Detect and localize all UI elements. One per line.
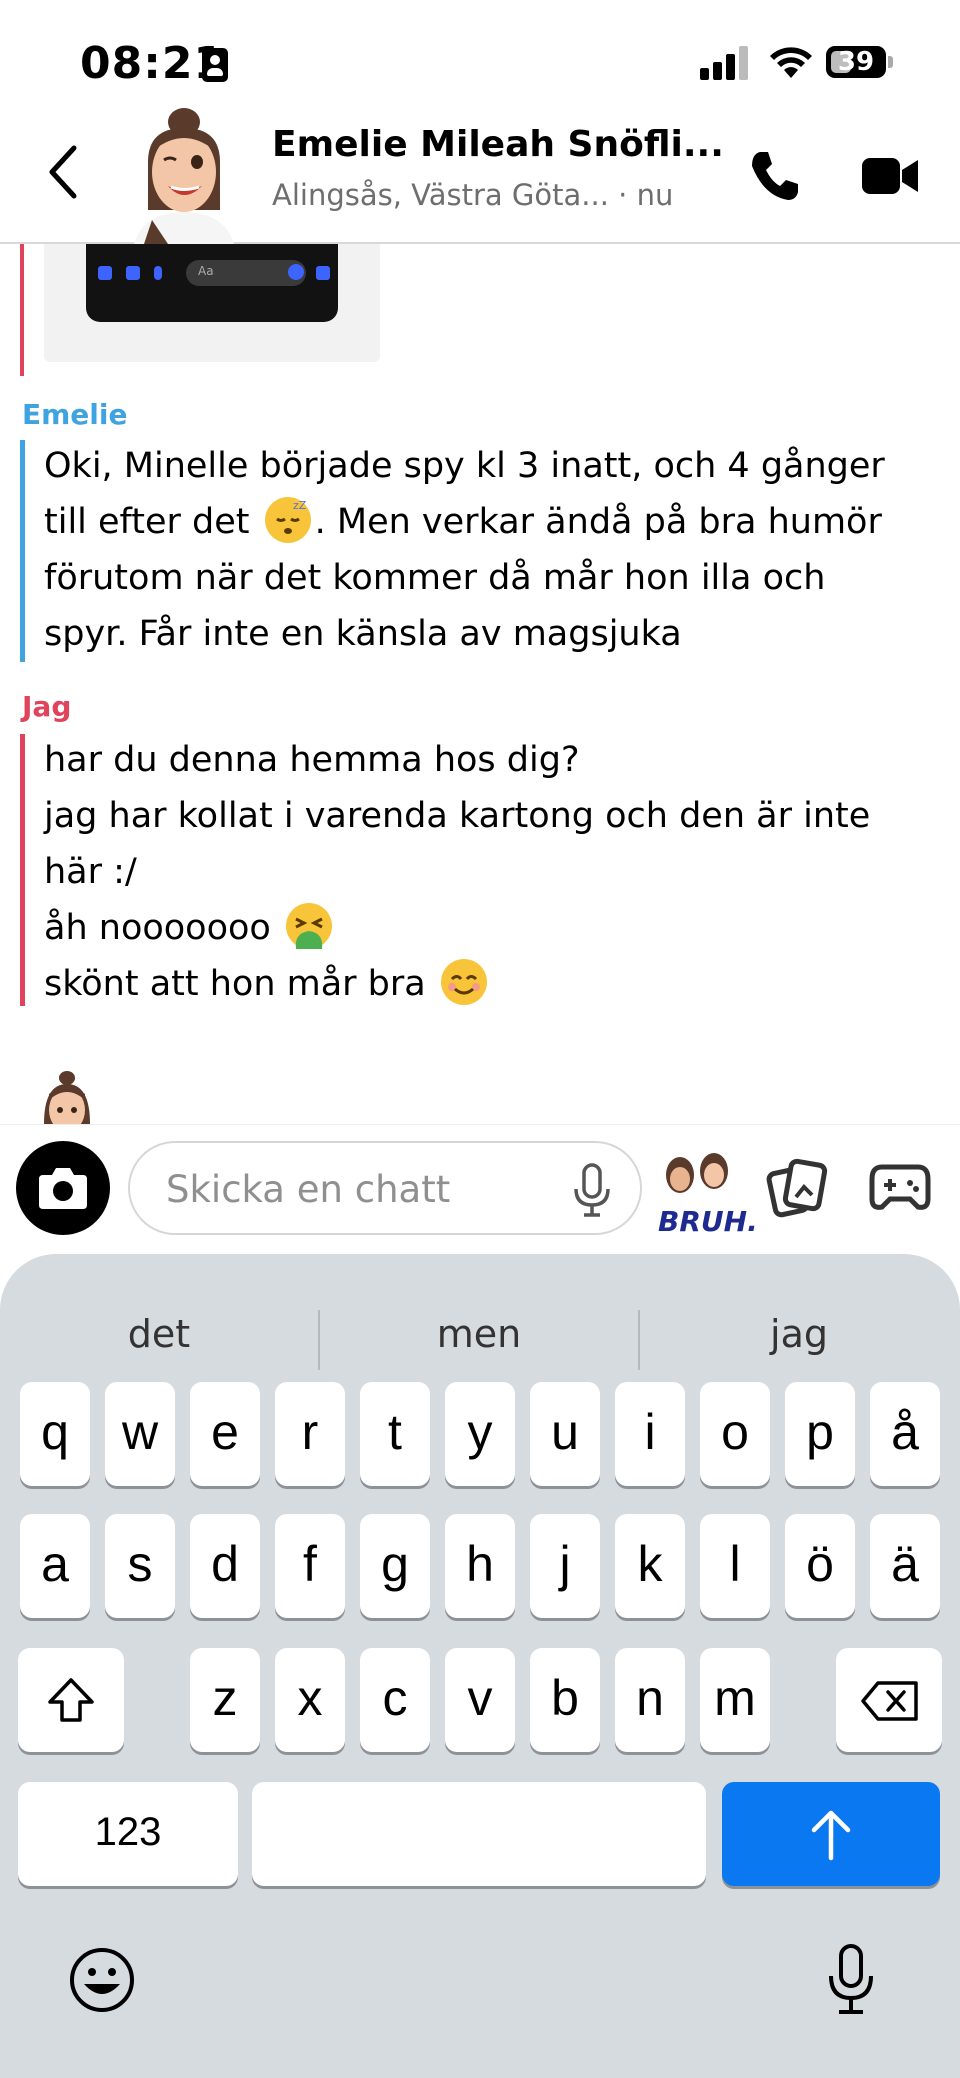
message-text: har du denna hemma hos dig? jag har koll… [44,732,924,1012]
shift-icon [48,1678,94,1722]
battery-tip [888,56,893,68]
thumb-gallery-icon [126,266,140,280]
smiling-face-emoji-icon [440,959,487,1005]
key[interactable]: c [360,1648,430,1752]
key[interactable]: i [615,1382,685,1486]
focus-id-icon [202,48,228,82]
mic-icon[interactable] [572,1163,612,1219]
key[interactable]: d [190,1514,260,1618]
contact-location-status: Alingsås, Västra Göta... · nu [272,178,674,212]
battery-percent: 39 [837,47,875,77]
backspace-icon [861,1681,918,1721]
thumb-mic-icon [154,266,162,280]
dictation-mic-icon[interactable] [826,1942,876,2018]
sender-label: Emelie [22,398,128,431]
chat-header: Emelie Mileah Snöfli... Alingsås, Västra… [0,100,960,244]
back-arrow-icon[interactable] [40,142,90,202]
key[interactable]: x [275,1648,345,1752]
thumb-emoji-icon [288,264,304,280]
sent-screenshot-message[interactable]: Aa [44,242,380,362]
key[interactable]: k [615,1514,685,1618]
suggestion-3[interactable]: jag [640,1294,958,1374]
shift-key[interactable] [18,1648,124,1752]
suggestion-2[interactable]: men [320,1294,638,1374]
friend-message-accent-bar [20,440,25,662]
bitmoji-sticker-faces [666,1153,728,1193]
chat-composer: BRUH. [0,1124,960,1255]
message-line: till efter det zZ. Men verkar ändå på br… [44,497,882,543]
ios-keyboard: det men jag q w e r t y u i o p å a s d … [0,1254,960,2078]
bitmoji-sticker-button[interactable]: BRUH. [652,1135,758,1245]
games-icon[interactable] [868,1159,932,1215]
sent-image-accent-bar [20,242,24,376]
key[interactable]: ö [785,1514,855,1618]
sender-label: Jag [22,690,72,723]
thumb-like-icon [316,266,330,280]
message-text: Oki, Minelle började spy kl 3 inatt, och… [44,438,924,662]
wifi-icon [770,47,812,78]
key[interactable]: a [20,1514,90,1618]
key[interactable]: h [445,1514,515,1618]
key[interactable]: s [105,1514,175,1618]
key[interactable]: f [275,1514,345,1618]
chat-message-list[interactable]: Aa Emelie Oki, Minelle började spy kl 3 … [0,242,960,1124]
sticker-text: BRUH. [658,1205,758,1238]
svg-text:zZ: zZ [293,499,307,512]
battery-icon: 39 [826,46,886,78]
sleepy-face-emoji-icon: zZ [264,497,311,543]
screenshot-thumbnail: Aa [86,242,338,322]
chat-input-field[interactable] [128,1141,642,1235]
key[interactable]: y [445,1382,515,1486]
message-line: har du denna hemma hos dig? [44,740,580,780]
key[interactable]: g [360,1514,430,1618]
key[interactable]: p [785,1382,855,1486]
suggestion-1[interactable]: det [0,1294,318,1374]
return-key[interactable] [722,1782,940,1886]
message-line: spyr. Får inte en känsla av magsjuka [44,614,682,654]
return-arrow-icon [811,1810,851,1861]
key[interactable]: ä [870,1514,940,1618]
emoji-icon[interactable] [68,1946,136,2014]
key[interactable]: b [530,1648,600,1752]
key[interactable]: q [20,1382,90,1486]
key[interactable]: w [105,1382,175,1486]
key[interactable]: e [190,1382,260,1486]
key[interactable]: z [190,1648,260,1752]
message-line: jag har kollat i varenda kartong och den… [44,796,871,836]
status-bar: 08:21 39 [0,0,960,110]
thumb-camera-icon [98,266,112,280]
contact-name[interactable]: Emelie Mileah Snöfli... [272,124,724,165]
camera-icon [39,1168,87,1209]
vomiting-face-emoji-icon [285,903,332,949]
message-line: förutom när det kommer då mår hon illa o… [44,558,826,598]
key[interactable]: j [530,1514,600,1618]
phone-icon[interactable] [746,148,802,204]
message-line: här :/ [44,852,137,892]
friend-typing-bitmoji-avatar [44,1071,90,1124]
key[interactable]: o [700,1382,770,1486]
key[interactable]: u [530,1382,600,1486]
message-line: Oki, Minelle började spy kl 3 inatt, och… [44,446,885,486]
camera-button[interactable] [16,1141,110,1235]
message-line: skönt att hon mår bra [44,956,924,1012]
key[interactable]: v [445,1648,515,1752]
contact-bitmoji-avatar[interactable] [124,100,244,244]
message-line: åh nooooooo [44,900,924,956]
self-message-accent-bar [20,734,25,1006]
backspace-key[interactable] [836,1648,942,1752]
cellular-signal-icon [700,44,752,80]
numbers-key[interactable]: 123 [18,1782,238,1886]
chat-input[interactable] [164,1163,548,1215]
key[interactable]: l [700,1514,770,1618]
space-key[interactable] [252,1782,706,1886]
key[interactable]: n [615,1648,685,1752]
key[interactable]: r [275,1382,345,1486]
key[interactable]: å [870,1382,940,1486]
key[interactable]: t [360,1382,430,1486]
memories-icon[interactable] [766,1157,830,1219]
key[interactable]: m [700,1648,770,1752]
video-icon[interactable] [862,154,920,198]
